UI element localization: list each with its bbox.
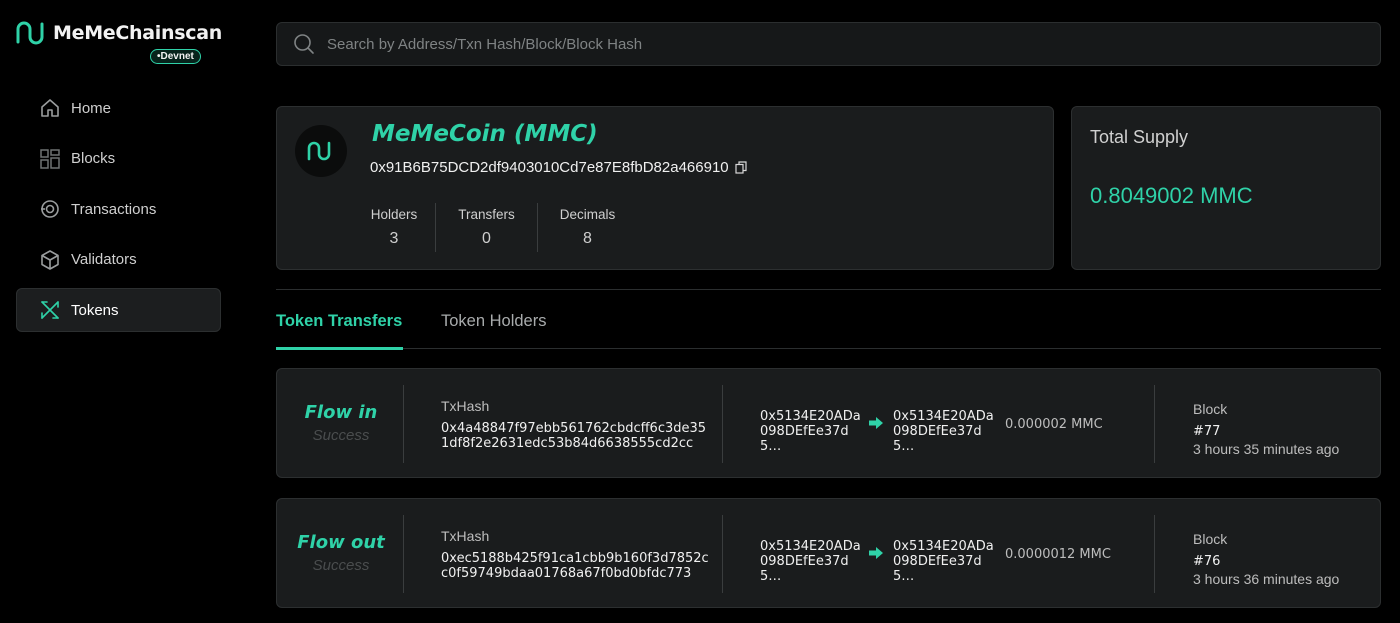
search-input[interactable] [327, 35, 1227, 53]
transactions-icon [39, 198, 61, 220]
brand[interactable]: MeMeChainscan [15, 20, 222, 46]
network-badge: •Devnet [150, 49, 201, 64]
block-number-link[interactable]: #76 [1193, 554, 1220, 569]
stat-label: Holders [370, 207, 418, 222]
sidebar-item-tokens[interactable]: Tokens [16, 288, 221, 332]
tab-bar: Token Transfers Token Holders [276, 300, 1381, 350]
txhash-label: TxHash [441, 528, 490, 544]
active-tab-indicator [276, 347, 403, 350]
token-overview-card: MeMeCoin (MMC) 0x91B6B75DCD2df9403010Cd7… [276, 106, 1054, 270]
stat-label: Decimals [559, 207, 616, 222]
supply-label: Total Supply [1090, 127, 1189, 147]
sidebar-item-label: Transactions [71, 200, 157, 218]
stat-transfers: Transfers 0 [435, 203, 537, 252]
brand-name: MeMeChainscan [53, 22, 222, 44]
sidebar-item-label: Home [71, 99, 112, 117]
transfer-flow: Flow out Success [277, 499, 405, 609]
search-icon [294, 34, 314, 54]
validators-icon [39, 249, 61, 271]
tab-token-transfers[interactable]: Token Transfers [276, 312, 402, 331]
brand-logo-icon [16, 21, 44, 45]
stat-decimals: Decimals 8 [537, 203, 637, 252]
total-supply-card: Total Supply 0.8049002 MMC [1071, 106, 1381, 270]
sidebar-item-validators[interactable]: Validators [16, 238, 221, 282]
row-divider [1154, 385, 1155, 463]
block-label: Block [1193, 401, 1228, 417]
network-badge-label: Devnet [160, 51, 194, 62]
txhash-link[interactable]: 0x4a48847f97ebb561762cbdcff6c3de351df8f2… [441, 421, 711, 451]
sidebar: MeMeChainscan •Devnet Home Blocks Transa… [0, 0, 240, 623]
arrow-right-icon [869, 547, 883, 559]
sidebar-nav: Home Blocks Transactions Validators Toke… [16, 86, 221, 339]
supply-value: 0.8049002 MMC [1090, 183, 1253, 208]
from-address-link[interactable]: 0x5134E20ADa098DEfEe37d5… [760, 409, 865, 454]
to-address-link[interactable]: 0x5134E20ADa098DEfEe37d5… [893, 409, 998, 454]
token-address-value: 0x91B6B75DCD2df9403010Cd7e87E8fbD82a4669… [370, 159, 729, 176]
stat-value: 0 [482, 230, 491, 247]
sidebar-item-label: Tokens [71, 301, 119, 319]
block-label: Block [1193, 531, 1228, 547]
transfer-row[interactable]: Flow in Success TxHash 0x4a48847f97ebb56… [276, 368, 1381, 478]
section-divider [276, 289, 1381, 290]
sidebar-item-transactions[interactable]: Transactions [16, 187, 221, 231]
transfer-direction: Flow in [304, 402, 378, 423]
transfer-direction: Flow out [297, 532, 385, 553]
sidebar-item-home[interactable]: Home [16, 86, 221, 130]
blocks-icon [39, 148, 61, 170]
stat-label: Transfers [458, 207, 515, 222]
block-time: 3 hours 35 minutes ago [1193, 441, 1340, 457]
sidebar-item-label: Validators [71, 251, 137, 268]
token-logo-icon [307, 141, 331, 161]
row-divider [1154, 515, 1155, 593]
token-address: 0x91B6B75DCD2df9403010Cd7e87E8fbD82a4669… [370, 159, 747, 176]
to-address-link[interactable]: 0x5134E20ADa098DEfEe37d5… [893, 539, 998, 584]
block-time: 3 hours 36 minutes ago [1193, 571, 1340, 587]
from-address-link[interactable]: 0x5134E20ADa098DEfEe37d5… [760, 539, 865, 584]
home-icon [39, 97, 61, 119]
transfer-status: Success [312, 427, 370, 444]
row-divider [722, 515, 723, 593]
transfer-amount: 0.0000012 MMC [1005, 547, 1111, 562]
transfer-amount: 0.000002 MMC [1005, 417, 1103, 432]
tokens-icon [39, 299, 61, 321]
block-number-link[interactable]: #77 [1193, 424, 1220, 439]
txhash-link[interactable]: 0xec5188b425f91ca1cbb9b160f3d7852cc0f597… [441, 551, 711, 581]
transfer-flow: Flow in Success [277, 369, 405, 479]
stat-value: 8 [583, 230, 592, 247]
search-bar[interactable] [276, 22, 1381, 66]
transfer-status: Success [312, 557, 370, 574]
copy-icon[interactable] [735, 161, 747, 174]
sidebar-item-label: Blocks [71, 150, 116, 167]
tab-token-holders[interactable]: Token Holders [441, 312, 546, 331]
stat-value: 3 [389, 230, 399, 247]
token-name: MeMeCoin (MMC) [372, 121, 598, 147]
sidebar-item-blocks[interactable]: Blocks [16, 137, 221, 181]
row-divider [403, 515, 404, 593]
token-logo [295, 125, 347, 177]
transfer-row[interactable]: Flow out Success TxHash 0xec5188b425f91c… [276, 498, 1381, 608]
txhash-label: TxHash [441, 398, 490, 414]
row-divider [403, 385, 404, 463]
row-divider [722, 385, 723, 463]
token-stats: Holders 3 Transfers 0 Decimals 8 [353, 203, 637, 252]
stat-holders: Holders 3 [353, 203, 435, 252]
arrow-right-icon [869, 417, 883, 429]
